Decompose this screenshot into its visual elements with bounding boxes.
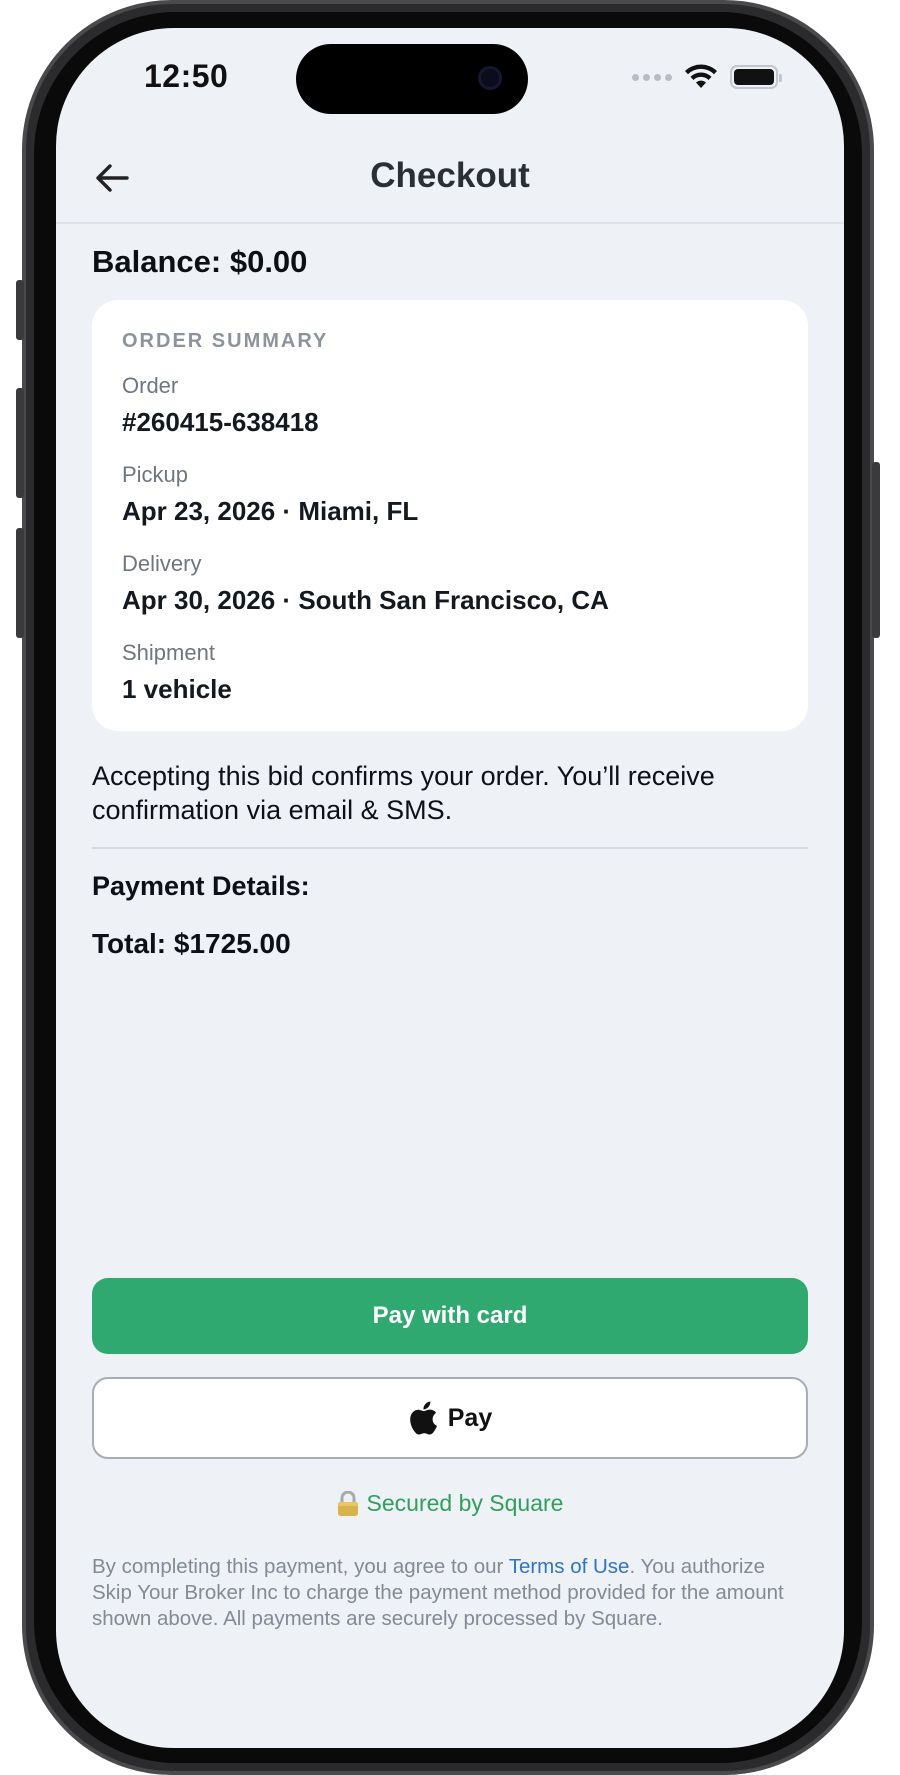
cellular-signal-icon <box>632 73 672 81</box>
lock-icon <box>337 1490 358 1516</box>
legal-disclaimer: By completing this payment, you agree to… <box>92 1554 808 1632</box>
delivery-value: Apr 30, 2026 · South San Francisco, CA <box>122 585 609 615</box>
shipment-label: Shipment <box>122 640 215 665</box>
apple-logo-icon <box>409 1401 437 1435</box>
status-time: 12:50 <box>144 58 229 94</box>
order-label: Order <box>122 373 179 398</box>
balance-label: Balance: $0.00 <box>92 244 308 279</box>
secured-by-square: Secured by Square <box>56 1490 844 1517</box>
order-confirmation-notice: Accepting this bid confirms your order. … <box>92 761 715 825</box>
wifi-icon <box>685 64 717 88</box>
front-camera-icon <box>478 66 502 90</box>
apple-pay-button[interactable]: Pay <box>92 1377 808 1459</box>
terms-of-use-link[interactable]: Terms of Use <box>509 1555 630 1578</box>
dynamic-island <box>296 44 528 114</box>
secured-label: Secured by Square <box>366 1490 564 1516</box>
shipment-value: 1 vehicle <box>122 674 232 704</box>
pickup-label: Pickup <box>122 462 189 487</box>
status-indicators <box>632 64 782 90</box>
volume-down-button <box>16 528 24 638</box>
silent-switch <box>16 280 24 340</box>
volume-up-button <box>16 388 24 498</box>
pickup-value: Apr 23, 2026 · Miami, FL <box>122 496 419 526</box>
apple-pay-label: Pay <box>447 1403 493 1432</box>
section-divider <box>92 847 808 849</box>
battery-icon <box>730 65 782 89</box>
total-amount: Total: $1725.00 <box>92 928 291 959</box>
page-title: Checkout <box>370 156 530 195</box>
pay-with-card-button[interactable]: Pay with card <box>92 1278 808 1354</box>
nav-header: Checkout <box>56 128 844 224</box>
checkout-content: Balance: $0.00 ORDER SUMMARY Order #2604… <box>92 226 808 960</box>
payment-details-heading: Payment Details: <box>92 871 310 901</box>
power-button <box>872 462 880 638</box>
order-number: #260415-638418 <box>122 407 319 437</box>
order-summary-heading: ORDER SUMMARY <box>122 330 329 352</box>
order-summary-card: ORDER SUMMARY Order #260415-638418 Picku… <box>92 300 808 731</box>
delivery-label: Delivery <box>122 551 202 576</box>
app-screen: 12:50 Checkout Balance: $0.00 ORDER SUMM… <box>56 28 844 1748</box>
legal-text-start: By completing this payment, you agree to… <box>92 1555 509 1578</box>
